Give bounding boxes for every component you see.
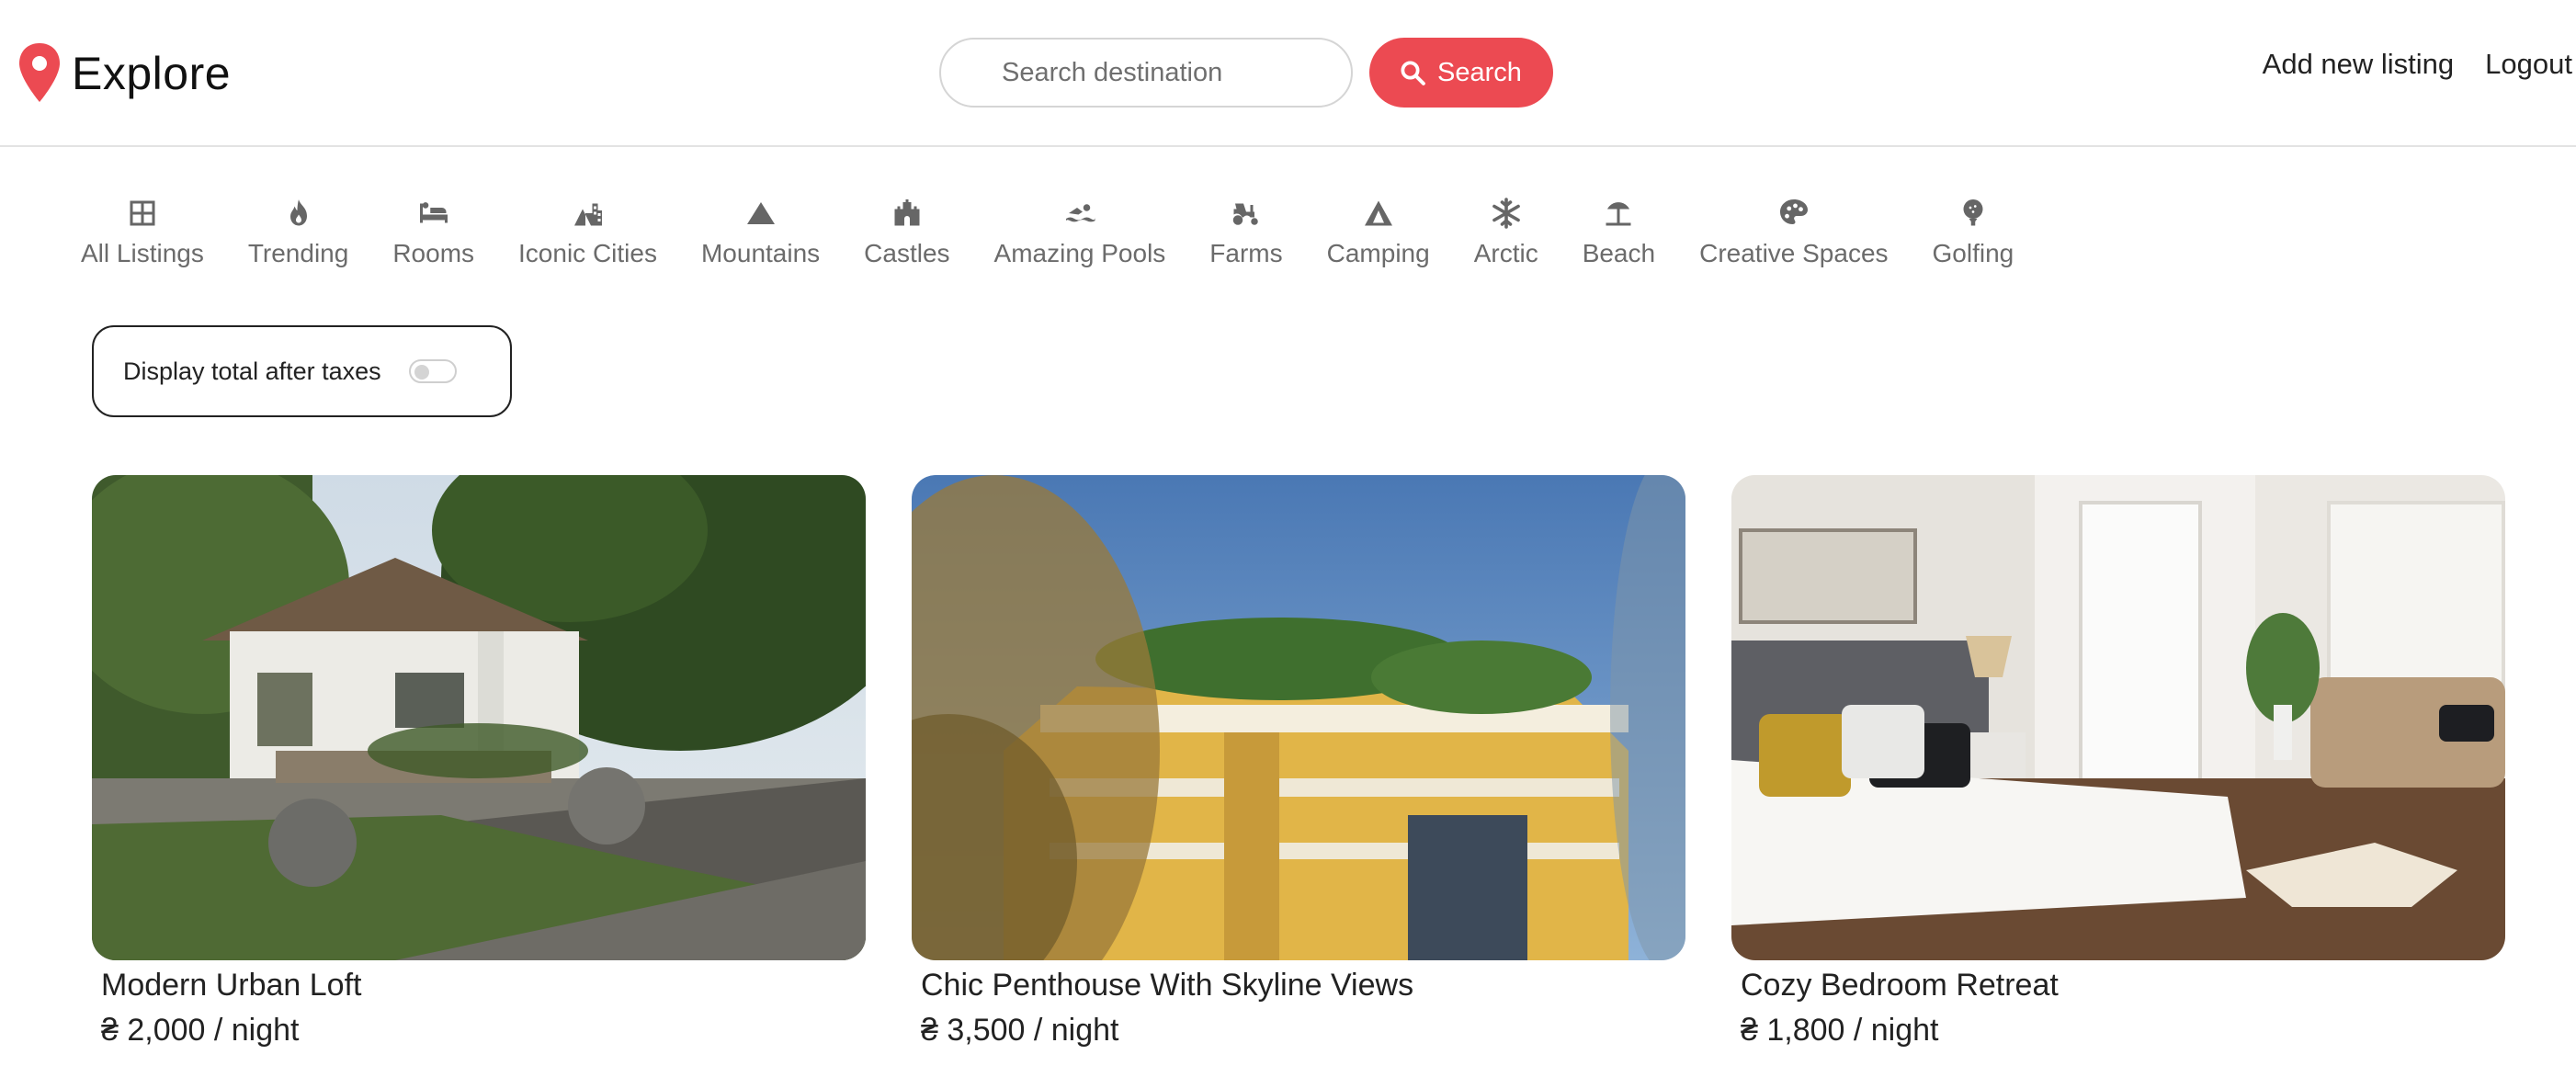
filter-amazing-pools[interactable]: Amazing Pools [993,197,1166,268]
filter-label: Trending [247,239,349,267]
filter-camping[interactable]: Camping [1327,197,1430,268]
mountain-icon [746,202,775,224]
tent-icon [1364,200,1392,226]
fire-icon [289,199,307,226]
search-form: Search [939,38,1553,108]
switch-knob [414,365,429,380]
filter-mountains[interactable]: Mountains [701,197,820,268]
listing-photo-penthouse [912,475,1685,960]
filter-label: Arctic [1473,239,1538,267]
listing-photo-house [92,475,866,960]
category-filters: All Listings Trending Rooms Iconic Citie… [81,197,2014,268]
tax-toggle-switch[interactable] [408,359,457,383]
filter-creative-spaces[interactable]: Creative Spaces [1699,197,1889,268]
filter-label: Golfing [1932,239,2014,267]
filter-beach[interactable]: Beach [1583,197,1655,268]
listing-image[interactable] [92,475,866,960]
listing-photo-bedroom [1731,475,2505,960]
listing-title: Chic Penthouse With Skyline Views [921,968,1414,1003]
search-icon [1401,61,1425,85]
listing-grid: Modern Urban Loft ₴ 2,000 / night Chic P… [92,475,2505,1049]
map-pin-icon [19,43,60,102]
filter-arctic[interactable]: Arctic [1474,197,1538,268]
brand-logo-link[interactable]: Explore [17,37,231,110]
city-icon [573,203,602,226]
palette-icon [1779,199,1808,224]
listing-title: Cozy Bedroom Retreat [1741,968,2059,1003]
listing-card[interactable]: Cozy Bedroom Retreat ₴ 1,800 / night [1731,475,2505,1049]
brand-name: Explore [72,48,232,99]
listing-title: Modern Urban Loft [101,968,362,1003]
navbar: Explore Search Add new listing Logout [0,0,2576,147]
search-button-label: Search [1437,57,1522,87]
filter-castles[interactable]: Castles [864,197,950,268]
search-input[interactable] [939,38,1353,108]
filter-label: Rooms [392,239,475,267]
castle-icon [894,199,920,226]
grid-icon [130,200,155,226]
listing-price: ₴ 2,000 / night [101,1013,300,1048]
listing-image[interactable] [1731,475,2505,960]
snowflake-icon [1492,198,1520,229]
filter-iconic-cities[interactable]: Iconic Cities [518,197,657,268]
listing-card[interactable]: Modern Urban Loft ₴ 2,000 / night [92,475,866,1049]
umbrella-beach-icon [1606,202,1631,226]
listing-price: ₴ 3,500 / night [921,1013,1119,1048]
filter-label: Beach [1582,239,1656,267]
filter-rooms[interactable]: Rooms [392,197,474,268]
filter-label: Mountains [700,239,821,267]
logout-link[interactable]: Logout [2485,48,2572,81]
filter-golfing[interactable]: Golfing [1933,197,2014,268]
filter-label: Amazing Pools [993,239,1166,267]
listing-price: ₴ 1,800 / night [1741,1013,1939,1048]
bed-icon [419,202,448,223]
tax-toggle-box: Display total after taxes [92,325,512,417]
nav-links: Add new listing Logout [2263,48,2576,81]
filter-all-listings[interactable]: All Listings [81,197,204,268]
filter-label: Camping [1326,239,1430,267]
listing-card[interactable]: Chic Penthouse With Skyline Views ₴ 3,50… [912,475,1685,1049]
filter-trending[interactable]: Trending [248,197,348,268]
filter-label: Farms [1209,239,1283,267]
tractor-icon [1232,203,1258,225]
filter-label: All Listings [81,239,204,267]
listing-image[interactable] [912,475,1685,960]
filter-farms[interactable]: Farms [1209,197,1283,268]
filter-label: Castles [864,239,950,267]
filter-label: Iconic Cities [518,239,657,267]
swimmer-icon [1065,204,1095,222]
golf-ball-icon [1963,199,1983,226]
add-new-listing-link[interactable]: Add new listing [2263,48,2455,81]
filter-label: Creative Spaces [1699,239,1889,267]
tax-toggle-label: Display total after taxes [123,357,381,385]
search-button[interactable]: Search [1369,38,1553,108]
